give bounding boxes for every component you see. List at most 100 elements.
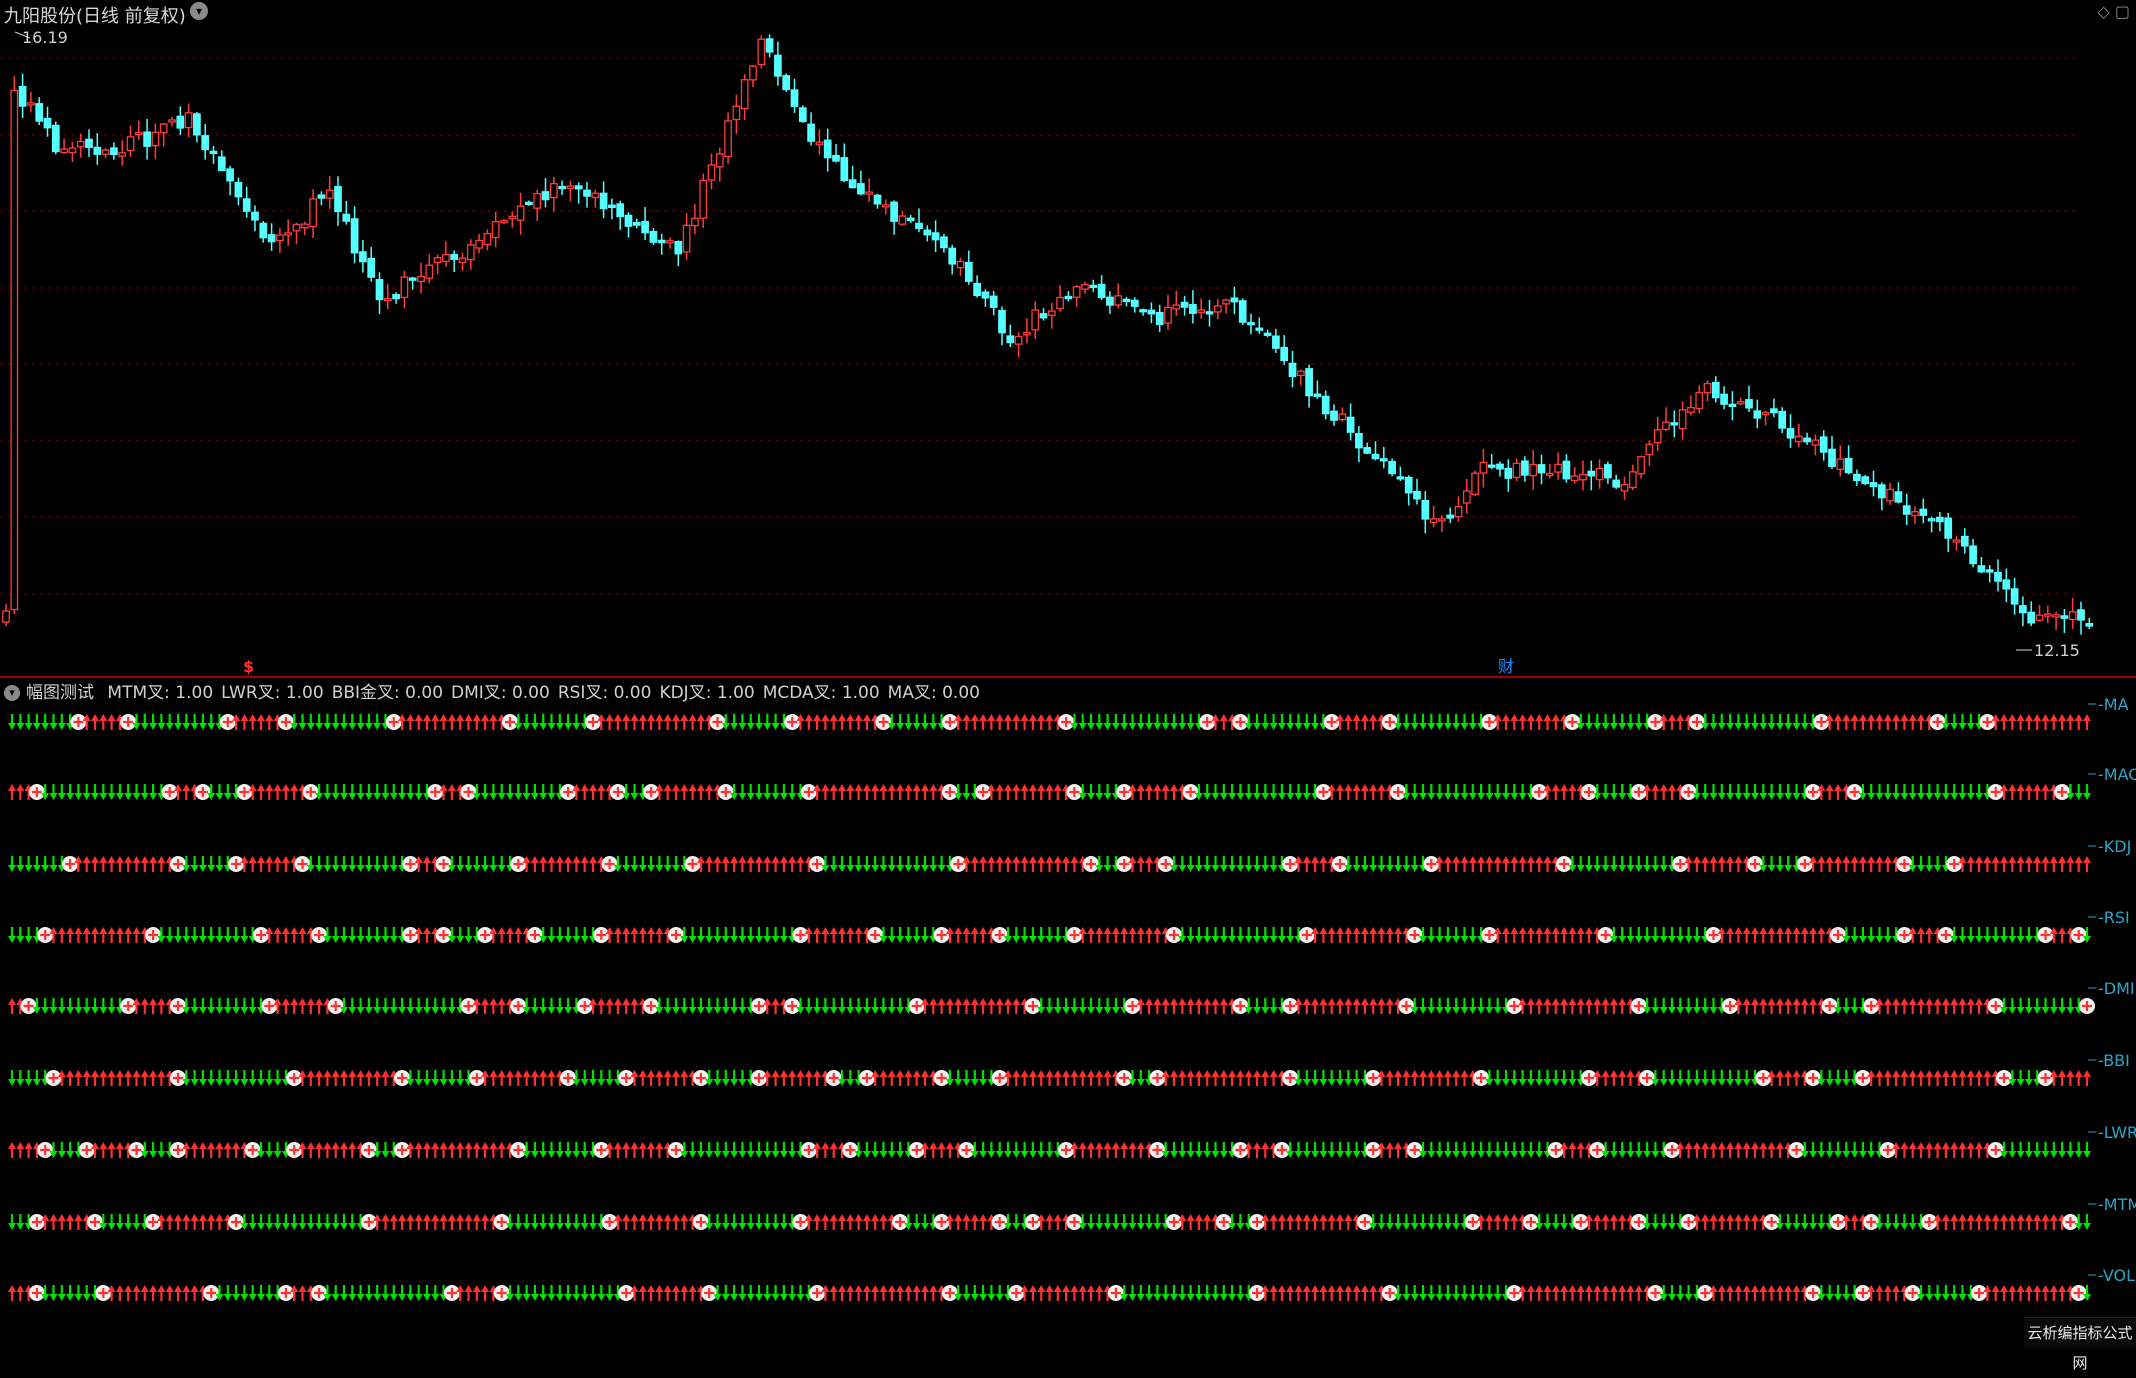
indicator-colon: : bbox=[830, 683, 842, 703]
up-arrow bbox=[74, 1070, 83, 1086]
up-arrow bbox=[1427, 1070, 1436, 1086]
chevron-down-icon[interactable]: ▾ bbox=[4, 685, 20, 701]
up-arrow bbox=[1219, 998, 1228, 1014]
up-arrow bbox=[447, 714, 456, 730]
down-arrow bbox=[871, 856, 880, 872]
down-arrow bbox=[1136, 714, 1145, 730]
down-arrow bbox=[190, 856, 199, 872]
candle-body bbox=[18, 85, 27, 107]
cross-marker bbox=[875, 714, 892, 730]
up-arrow bbox=[1402, 1070, 1411, 1086]
up-arrow bbox=[1941, 1214, 1950, 1230]
up-arrow bbox=[74, 1214, 83, 1230]
up-arrow bbox=[406, 714, 415, 730]
up-arrow bbox=[1394, 927, 1403, 943]
candle-body bbox=[168, 119, 176, 123]
down-arrow bbox=[1277, 784, 1286, 800]
down-arrow bbox=[8, 856, 16, 872]
cross-marker bbox=[1830, 1214, 1846, 1230]
cross-marker bbox=[236, 784, 253, 800]
down-arrow bbox=[688, 998, 697, 1014]
down-arrow bbox=[74, 784, 83, 800]
indicator-value: 0.00 bbox=[511, 683, 550, 703]
candlestick-chart[interactable] bbox=[2, 31, 2094, 651]
candle-body bbox=[359, 251, 367, 263]
candle-body bbox=[1853, 473, 1861, 482]
down-arrow bbox=[1103, 1214, 1112, 1230]
down-arrow bbox=[165, 714, 174, 730]
down-arrow bbox=[1468, 784, 1477, 800]
down-arrow bbox=[66, 784, 75, 800]
up-arrow bbox=[1153, 784, 1162, 800]
down-arrow bbox=[1502, 1070, 1510, 1086]
down-arrow bbox=[589, 1214, 597, 1230]
up-arrow bbox=[696, 784, 705, 800]
cross-marker bbox=[1298, 927, 1315, 943]
up-arrow bbox=[887, 1070, 896, 1086]
cross-marker bbox=[120, 998, 137, 1014]
up-arrow bbox=[1294, 1285, 1303, 1301]
up-arrow bbox=[1983, 856, 1992, 872]
up-arrow bbox=[1095, 1285, 1104, 1301]
cross-marker bbox=[593, 927, 610, 943]
up-arrow bbox=[8, 1142, 16, 1158]
cai-marker[interactable]: 财 bbox=[1498, 657, 1514, 676]
down-arrow bbox=[1053, 927, 1062, 943]
down-arrow bbox=[1087, 998, 1095, 1014]
up-arrow bbox=[788, 856, 797, 872]
up-arrow bbox=[1502, 856, 1510, 872]
down-arrow bbox=[1377, 856, 1386, 872]
down-arrow bbox=[340, 927, 348, 943]
up-arrow bbox=[66, 1214, 75, 1230]
up-arrow bbox=[1543, 856, 1552, 872]
down-arrow bbox=[2024, 927, 2033, 943]
up-arrow bbox=[2083, 714, 2091, 730]
down-arrow bbox=[348, 998, 357, 1014]
up-arrow bbox=[1526, 927, 1535, 943]
candle-body bbox=[848, 179, 857, 189]
candle-body bbox=[2077, 609, 2085, 621]
candle-body bbox=[1355, 433, 1363, 449]
down-arrow bbox=[1244, 927, 1253, 943]
up-arrow bbox=[987, 998, 996, 1014]
down-arrow bbox=[1427, 714, 1436, 730]
up-arrow bbox=[1568, 927, 1577, 943]
up-arrow bbox=[2000, 1214, 2008, 1230]
signal-row: -RSI bbox=[8, 908, 2130, 943]
cross-marker bbox=[1365, 1142, 1382, 1158]
down-arrow bbox=[738, 998, 747, 1014]
up-arrow bbox=[1759, 998, 1768, 1014]
down-arrow bbox=[1792, 714, 1801, 730]
down-arrow bbox=[1319, 1142, 1328, 1158]
up-arrow bbox=[1028, 1285, 1037, 1301]
up-arrow bbox=[2016, 1285, 2025, 1301]
up-arrow bbox=[1336, 998, 1344, 1014]
down-arrow bbox=[539, 784, 548, 800]
down-arrow bbox=[564, 1285, 573, 1301]
up-arrow bbox=[2024, 856, 2033, 872]
up-arrow bbox=[2016, 856, 2025, 872]
indicator-value: 1.00 bbox=[841, 683, 880, 703]
down-arrow bbox=[912, 856, 921, 872]
down-arrow bbox=[1618, 1142, 1627, 1158]
s-marker[interactable]: $ bbox=[243, 657, 254, 676]
down-arrow bbox=[398, 998, 407, 1014]
down-arrow bbox=[1618, 856, 1627, 872]
up-arrow bbox=[1253, 1070, 1261, 1086]
up-arrow bbox=[821, 1142, 830, 1158]
candle-body bbox=[782, 75, 791, 91]
up-arrow bbox=[381, 1070, 390, 1086]
down-arrow bbox=[1784, 1214, 1793, 1230]
candle-body bbox=[1197, 309, 1206, 314]
cross-marker bbox=[120, 714, 137, 730]
down-arrow bbox=[721, 1285, 730, 1301]
candle-body bbox=[632, 221, 641, 226]
down-arrow bbox=[1726, 714, 1735, 730]
up-arrow bbox=[481, 1285, 490, 1301]
up-arrow bbox=[580, 856, 589, 872]
up-arrow bbox=[1352, 714, 1361, 730]
down-arrow bbox=[1477, 1142, 1486, 1158]
up-arrow bbox=[1194, 1214, 1203, 1230]
down-arrow bbox=[323, 1214, 332, 1230]
up-arrow bbox=[1751, 927, 1759, 943]
